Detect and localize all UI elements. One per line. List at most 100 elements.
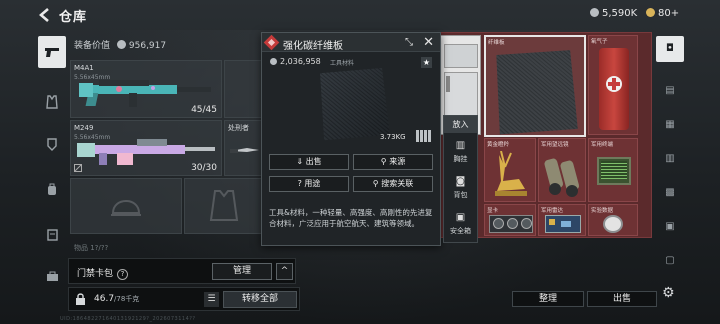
keycard-label: 门禁卡包 xyxy=(77,269,114,279)
back-arrow-icon[interactable] xyxy=(38,7,52,23)
usage-label: 用途 xyxy=(304,179,321,188)
cell-label: 显卡 xyxy=(487,208,499,214)
rail-armor-tab[interactable] xyxy=(40,132,64,156)
silver-currency[interactable]: 5,590K xyxy=(590,8,637,19)
cart-icon: ▩ xyxy=(665,187,675,198)
manage-button[interactable]: 管理 xyxy=(212,263,272,280)
drawer-icon: ▣ xyxy=(665,221,675,232)
pouch-icon xyxy=(46,228,58,241)
container-cell-military-radar[interactable]: 军用雷达 xyxy=(538,204,586,236)
rail-storage-7[interactable]: ▢ xyxy=(658,250,682,272)
item-description: 工具&材料，一种轻量、高强度、高刚性的先进复合材料，广泛应用于航空航天、建筑等领… xyxy=(269,208,433,228)
backpack-icon: ◙ xyxy=(455,176,466,187)
container-cell-graphics-card[interactable]: 显卡 xyxy=(484,204,536,236)
sell-all-button[interactable]: 出售 xyxy=(587,291,657,307)
case-icon xyxy=(46,271,58,281)
capacity-text: 46.7/78千克 xyxy=(94,294,139,304)
weapon-slot-secondary[interactable]: M249 5.56x45mm 30/30 xyxy=(70,120,222,176)
rail-backpack-tab[interactable] xyxy=(40,177,64,201)
sell-icon: ⇓ xyxy=(296,157,306,166)
weapon-slot-primary[interactable]: M4A1 5.56x45mm 45/45 xyxy=(70,60,222,118)
armor-icon xyxy=(47,137,57,151)
backpack-icon xyxy=(48,183,56,195)
gold-amount: 80+ xyxy=(658,8,680,19)
rail-weapons-tab[interactable] xyxy=(38,36,66,68)
rail-storage-3[interactable]: ▦ xyxy=(658,114,682,136)
keycard-label-wrap: 门禁卡包? xyxy=(77,266,129,280)
close-icon[interactable]: ✕ xyxy=(423,35,434,50)
box-icon: ▢ xyxy=(665,255,675,266)
cabinet-icon: ▤ xyxy=(665,85,675,96)
data-disk-image xyxy=(603,215,623,233)
cell-label: 军用雷达 xyxy=(541,208,564,214)
tidy-button[interactable]: 整理 xyxy=(512,291,584,307)
put-in-backpack[interactable]: ◙ 背包 xyxy=(444,176,477,200)
mod-indicator-icon xyxy=(74,164,82,172)
knife-image xyxy=(230,148,259,153)
container-cell-experiment-data[interactable]: 实验数据 xyxy=(588,204,638,236)
crate-icon: ▥ xyxy=(665,153,675,164)
melee-slot[interactable]: 处刑者 xyxy=(224,120,262,176)
equipment-value-amount: 956,917 xyxy=(128,41,167,51)
rail-case-tab[interactable] xyxy=(40,264,64,288)
carbon-plate-preview xyxy=(320,68,390,141)
melee-name: 处刑者 xyxy=(228,124,249,132)
gear-icon[interactable]: ⚙ xyxy=(662,285,675,301)
helmet-slot[interactable] xyxy=(70,178,182,234)
rail-storage-5[interactable]: ▩ xyxy=(658,182,682,204)
rail-storage-4[interactable]: ▥ xyxy=(658,148,682,170)
container-cell-military-terminal[interactable]: 军用终端 xyxy=(588,138,638,202)
equipment-value: 装备价值 956,917 xyxy=(74,38,166,51)
cell-label: 军用终端 xyxy=(591,142,614,148)
value-coin-icon xyxy=(116,40,126,49)
lock-icon[interactable] xyxy=(75,293,86,306)
shelf-icon: ▦ xyxy=(665,119,675,130)
search-icon: ⚲ xyxy=(380,157,390,166)
usage-button[interactable]: ? 用途 xyxy=(269,176,349,192)
list-icon[interactable]: ☰ xyxy=(204,292,219,307)
transfer-all-button[interactable]: 转移全部 xyxy=(223,291,297,308)
cell-label: 黄金瞪羚 xyxy=(487,142,510,148)
rail-chest-rig-tab[interactable] xyxy=(40,90,64,114)
silver-amount: 5,590K xyxy=(602,8,638,19)
carbon-plate-image xyxy=(496,50,578,135)
rail-storage-6[interactable]: ▣ xyxy=(658,216,682,238)
keycard-bar: 门禁卡包? 管理 ^ xyxy=(68,258,296,284)
chest-rig-label: 胸挂 xyxy=(453,155,468,163)
put-in-safe-box[interactable]: ▣ 安全箱 xyxy=(444,212,477,236)
capacity-unit: /78千克 xyxy=(114,295,140,303)
source-button[interactable]: ⚲ 来源 xyxy=(353,154,433,170)
binoculars-image xyxy=(544,158,580,197)
capacity-bar: 46.7/78千克 ☰ 转移全部 xyxy=(68,287,300,311)
silver-coin-icon xyxy=(590,8,599,17)
rail-storage-2[interactable]: ▤ xyxy=(658,80,682,102)
sell-label: 出售 xyxy=(305,157,322,166)
chevron-up-icon[interactable]: ^ xyxy=(276,263,293,280)
gold-coin-icon xyxy=(646,8,655,17)
collapse-icon[interactable]: ⤡ xyxy=(405,37,413,48)
container-cell-oxygen[interactable]: 氧气子 xyxy=(588,35,638,135)
cell-label: 氧气子 xyxy=(591,39,608,45)
put-in-header: 放入 xyxy=(444,116,477,133)
top-bar: 仓库 5,590K 80+ xyxy=(0,0,720,30)
rail-pouch-tab[interactable] xyxy=(40,222,64,246)
put-in-chest-rig[interactable]: ▥ 胸挂 xyxy=(444,140,477,164)
vest-icon xyxy=(46,95,58,109)
gold-currency[interactable]: 80+ xyxy=(646,8,679,19)
container-cell-carbon-plate[interactable]: 纤维板 xyxy=(484,35,586,137)
rail-storage-main[interactable]: ◘ xyxy=(656,36,684,62)
container-cell-gold-gazelle[interactable]: 黄金瞪羚 xyxy=(484,138,536,202)
favorite-star-icon[interactable]: ★ xyxy=(421,57,432,68)
search-related-label: 搜索关联 xyxy=(381,179,414,188)
container-cell-binoculars[interactable]: 军用望远镜 xyxy=(538,138,586,202)
left-category-rail xyxy=(38,32,66,324)
search-related-button[interactable]: ⚲ 搜索关联 xyxy=(353,176,433,192)
items-partial-label: 物品 1?/?? xyxy=(74,244,109,252)
armor-slot[interactable] xyxy=(184,178,262,234)
page-title: 仓库 xyxy=(59,10,88,25)
sell-button[interactable]: ⇓ 出售 xyxy=(269,154,349,170)
help-icon[interactable]: ? xyxy=(117,269,129,280)
equipment-slot-empty[interactable] xyxy=(224,60,262,118)
cell-label: 军用望远镜 xyxy=(541,142,569,148)
price-coin-icon xyxy=(270,58,277,65)
